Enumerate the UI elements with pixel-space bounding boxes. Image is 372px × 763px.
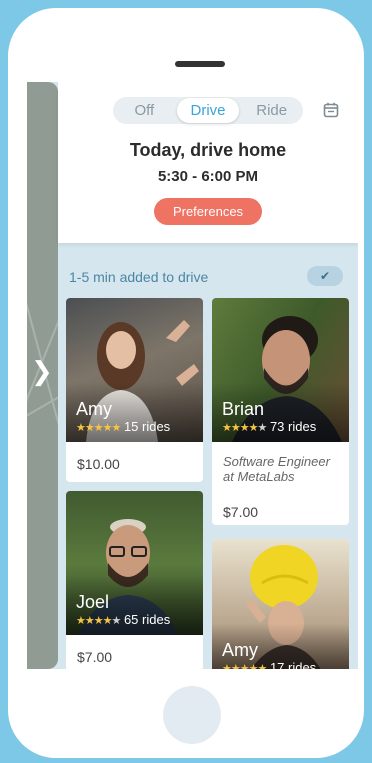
rating: ★★★★★ 65 rides [76,612,170,627]
star-rating-icon: ★★★★★ [76,421,121,434]
ride-count: 17 rides [269,660,317,669]
rider-name: Amy [222,640,258,660]
check-icon[interactable]: ✔ [307,266,343,286]
time-window: 5:30 - 6:00 PM [157,168,259,185]
price: $7.00 [223,504,259,520]
chevron-right-icon[interactable]: ❯ [31,357,53,387]
price: $7.00 [77,649,113,665]
ride-count: 15 rides [123,419,171,434]
rider-card[interactable]: Amy ★★★★★ 15 rides $10.00 [66,298,203,482]
rider-name: Brian [222,399,265,419]
map-panel[interactable]: ❯ [27,82,58,669]
rating: ★★★★★ 73 rides [222,419,316,434]
star-rating-icon: ★★★★★ [222,662,267,669]
rating: ★★★★★ 15 rides [76,419,170,434]
preferences-button[interactable]: Preferences [154,198,262,225]
page-title: Today, drive home [129,140,287,160]
rider-card[interactable]: Amy ★★★★★ 17 rides [212,539,349,669]
ride-count: 73 rides [269,419,317,434]
tab-ride[interactable]: Ride [240,97,303,124]
rider-name: Joel [76,592,110,612]
home-button[interactable] [163,686,221,744]
rider-occupation: Software Engineer at MetaLabs [223,454,330,484]
avatar: Brian ★★★★★ 73 rides [212,298,349,442]
avatar: Amy ★★★★★ 17 rides [212,539,349,669]
star-rating-icon: ★★★★★ [222,421,267,434]
tab-drive[interactable]: Drive [176,98,240,123]
mode-switch: Off Drive Ride [113,97,303,124]
avatar: Joel ★★★★★ 65 rides [66,491,203,635]
phone-frame: ❯ Off Drive Ride Today, drive home 5:30 … [8,8,364,758]
price: $10.00 [77,456,120,472]
avatar: Amy ★★★★★ 15 rides [66,298,203,442]
rider-name: Amy [76,399,112,419]
calendar-icon[interactable] [323,102,339,118]
added-time-status: 1-5 min added to drive [69,269,209,285]
ride-count: 65 rides [123,612,171,627]
rating: ★★★★★ 17 rides [222,660,316,669]
header-panel: Off Drive Ride Today, drive home 5:30 - … [58,82,358,243]
rider-card[interactable]: Joel ★★★★★ 65 rides $7.00 [66,491,203,669]
tab-off[interactable]: Off [113,97,176,124]
app-screen: ❯ Off Drive Ride Today, drive home 5:30 … [27,82,358,669]
rider-card[interactable]: Brian ★★★★★ 73 rides Software Engineer a… [212,298,349,525]
speaker-grille [175,61,225,67]
star-rating-icon: ★★★★★ [76,614,121,627]
